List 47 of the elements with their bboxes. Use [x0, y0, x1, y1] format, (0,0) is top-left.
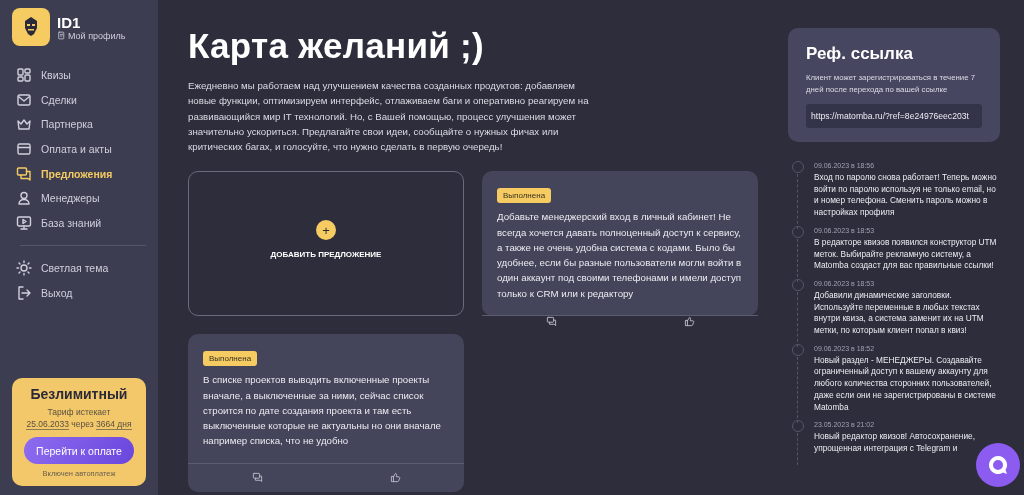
user-id: ID1	[57, 13, 82, 31]
chat-bubble-icon	[987, 454, 1009, 476]
thumbs-up-icon[interactable]	[389, 472, 401, 483]
update-text: Новый раздел - МЕНЕДЖЕРЫ. Создавайте ограниченный доступ к вашему аккаунту для любого количества сторонних пользователей, даже если они не зарегистрированы в системе Matomba	[814, 354, 997, 414]
person-icon	[16, 190, 32, 207]
referral-title: Реф. ссылка	[806, 44, 914, 64]
update-text: В редакторе квизов появился конструктор UTM меток. Выбирайте рекламную систему, а Matomba создаст для вас правильные ссылки!	[814, 236, 998, 272]
nav-item[interactable]: База знаний	[12, 210, 146, 236]
sun-icon	[16, 260, 32, 277]
comments-icon[interactable]	[251, 472, 263, 483]
comments-icon[interactable]	[545, 315, 557, 327]
chat-icon	[16, 165, 32, 182]
update-text: Вход по паролю снова работает! Теперь можно войти по паролю используя не только email, но и номер телефона. Сменить пароль можно в настройках профиля	[814, 172, 998, 219]
update-text: Новый редактор квизов! Автосохранение, упрощенная интеграция с Telegram и	[814, 431, 976, 455]
nav-item[interactable]: Выход	[12, 280, 146, 306]
logout-icon	[16, 285, 32, 302]
nav-item[interactable]: Светлая тема	[12, 256, 146, 281]
plan-expiry-label: Тариф истекает	[47, 406, 111, 418]
chat-button[interactable]	[976, 443, 1020, 487]
status-badge: Выполнена	[203, 351, 258, 367]
pay-button[interactable]: Перейти к оплате	[24, 437, 134, 464]
add-suggestion-label: ДОБАВИТЬ ПРЕДЛОЖЕНИЕ	[270, 250, 382, 260]
nav-item[interactable]: Предложения	[12, 161, 146, 186]
envelope-icon	[16, 91, 32, 108]
update-text: Добавили динамические заголовки. Используйте переменные в любых текстах внутри квиза, а система заменит их на UTM метки, по которым клиент попал в квиз!	[814, 289, 985, 337]
nav-item[interactable]: Оплата и акты	[12, 136, 146, 162]
monitor-play-icon	[16, 214, 32, 231]
nav-item[interactable]: Партнерка	[12, 112, 146, 137]
grid-icon	[16, 67, 32, 84]
plan-expiry: 25.06.2033 через 3664 дня	[26, 418, 132, 430]
thumbs-up-icon[interactable]	[683, 315, 695, 327]
profile-link[interactable]: Мой профиль	[57, 30, 126, 41]
add-suggestion-card[interactable]: + ДОБАВИТЬ ПРЕДЛОЖЕНИЕ	[188, 171, 464, 317]
add-icon[interactable]: +	[316, 220, 336, 241]
status-badge: Выполнена	[497, 188, 552, 204]
suggestion-text: Добавьте менеджерский вход в личный кабинет! Не всегда хочется давать полноценный доступ к сервису, а также не очень удобна система с кодами. Было бы удобнее, если бы разные пользователи могли войти в один аккаунт под своими телефонами и имели доступ только к CRM или к редактору	[497, 210, 743, 301]
nav-item[interactable]: Менеджеры	[12, 185, 146, 211]
mask-logo[interactable]	[12, 8, 50, 46]
intro-text: Ежедневно мы работаем над улучшением качества созданных продуктов: добавляем новые функции, оптимизируем интерфейс, отлаживаем баги и оперативно реагируем на развивающийся мир IT технологий. Но, с Вашей помощью, процесс улучшения может значительно ускориться. Предлагайте свои идеи, сообщайте о нужных фичах или критических багах, и голосуйте, что нужно сделать в первую очередь!	[188, 79, 590, 155]
page-title: Карта желаний ;)	[188, 25, 486, 67]
plan-name: Безлимитный	[30, 386, 128, 402]
edit-icon	[57, 31, 66, 40]
card-icon	[16, 141, 32, 158]
nav-item[interactable]: Квизы	[12, 63, 146, 88]
referral-link-field[interactable]: https://matomba.ru/?ref=8e24976eec203t	[806, 104, 982, 128]
nav-item[interactable]: Сделки	[12, 87, 146, 113]
suggestion-text: В списке проектов выводить включенные проекты вначале, а выключенные за ними, сейчас список строится по дате создания проекта и там есть выключенные которые не актуальны но они вначале например списка, что не удобно	[203, 373, 442, 449]
